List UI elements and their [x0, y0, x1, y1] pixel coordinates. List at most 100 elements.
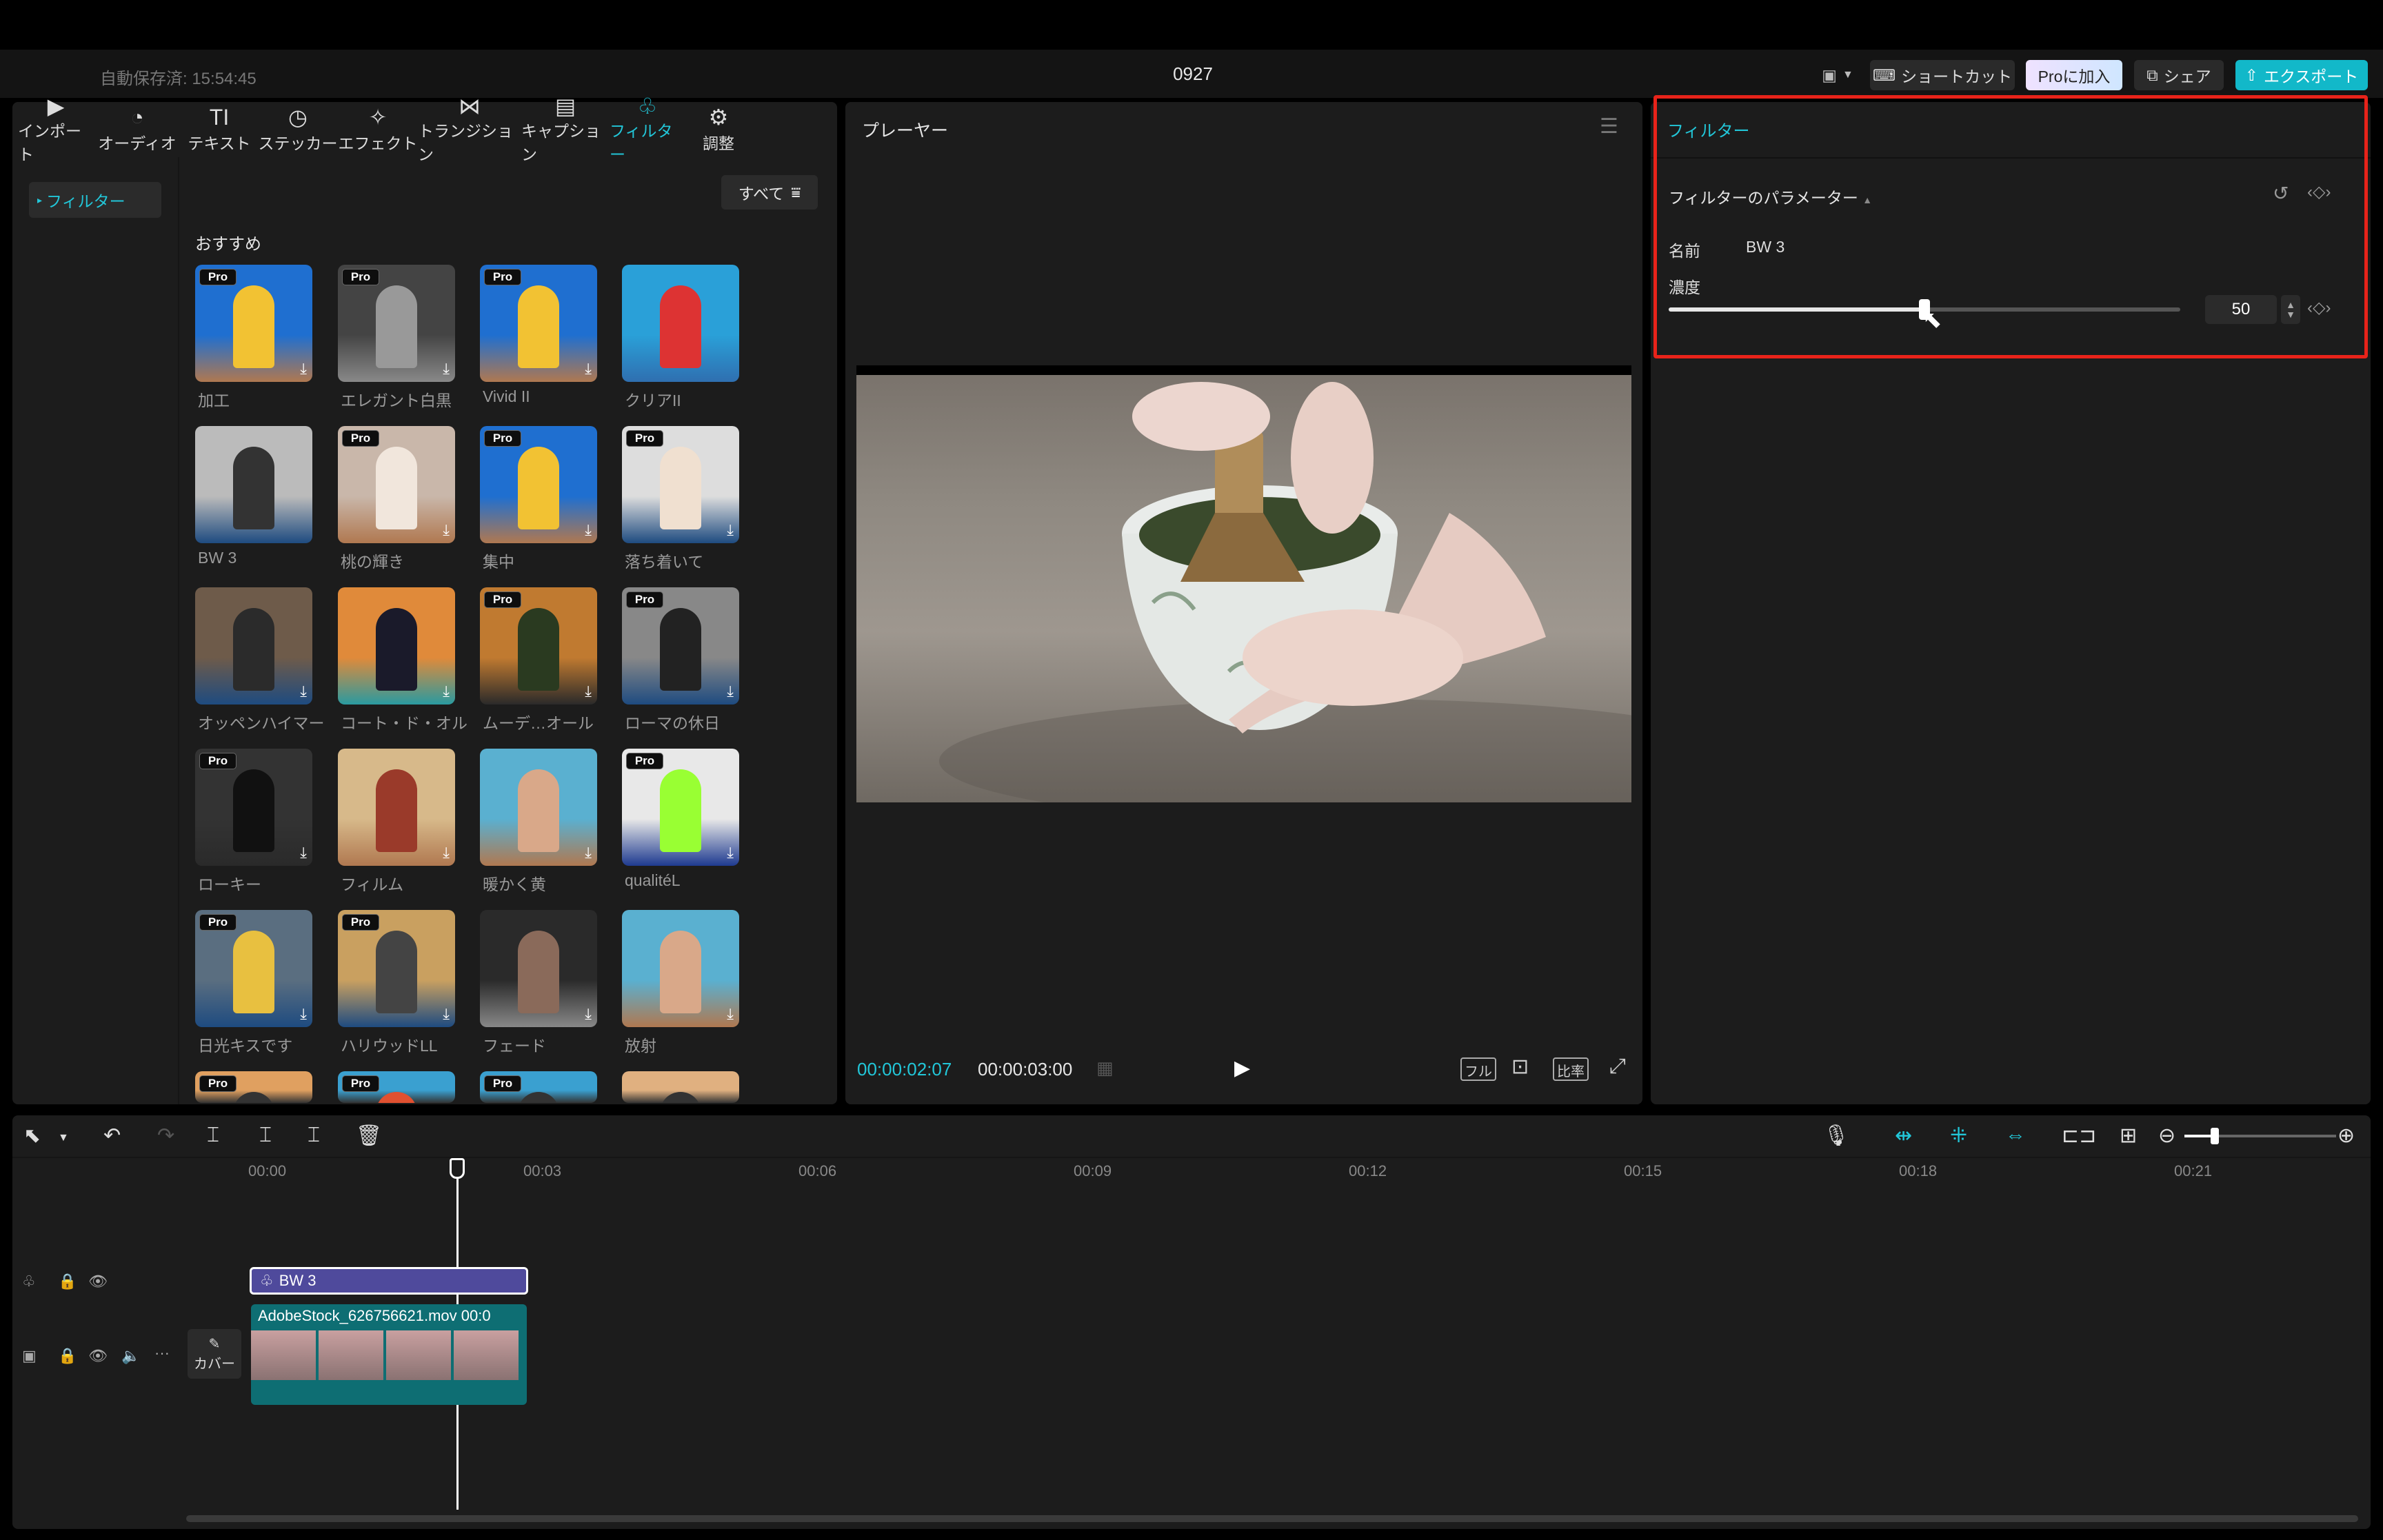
timeline-scrollbar[interactable] — [186, 1515, 2358, 1522]
filter-thumbnail[interactable]: ⤓ — [195, 587, 312, 705]
download-icon[interactable]: ⤓ — [727, 682, 734, 700]
filter-thumbnail[interactable]: Pro ⤓ — [622, 749, 739, 866]
filter-thumbnail[interactable]: Pro ⤓ — [338, 910, 455, 1027]
intensity-input[interactable]: 50 — [2205, 295, 2277, 324]
inspector-tab-filter[interactable]: フィルター — [1667, 117, 1750, 141]
play-button[interactable]: ▶ — [1234, 1056, 1250, 1080]
auto-snap-icon[interactable]: ⁜ — [1950, 1124, 1967, 1148]
filter-thumbnail[interactable]: Pro — [338, 1071, 455, 1103]
zoom-view-icon[interactable]: ⊡ — [1511, 1055, 1529, 1079]
magnet-main-icon[interactable]: ⇹ — [1895, 1124, 1912, 1148]
more-icon[interactable]: ··· — [154, 1344, 170, 1362]
filter-thumbnail[interactable]: Pro — [195, 1071, 312, 1103]
fullscreen-icon[interactable]: ⤢ — [1609, 1055, 1626, 1078]
download-icon[interactable]: ⤓ — [300, 682, 307, 700]
eye-icon[interactable]: 👁 — [88, 1273, 108, 1290]
pro-subscribe-button[interactable]: Proに加入 — [2026, 60, 2122, 90]
stepper-up-icon[interactable]: ▲ — [2286, 300, 2295, 310]
download-icon[interactable]: ⤓ — [443, 682, 450, 700]
filter-thumbnail[interactable] — [622, 265, 739, 382]
reset-icon[interactable]: ↺ — [2273, 182, 2289, 205]
filter-thumbnail[interactable]: Pro ⤓ — [480, 426, 597, 543]
chevron-down-icon[interactable]: ▼ — [58, 1132, 69, 1144]
download-icon[interactable]: ⤓ — [300, 844, 307, 862]
undo-icon[interactable]: ↶ — [103, 1124, 121, 1148]
time-ruler[interactable]: 00:00 00:03 00:06 00:09 00:12 00:15 00:18 00:21 — [248, 1162, 2371, 1183]
filter-thumbnail[interactable]: Pro ⤓ — [338, 265, 455, 382]
delete-icon[interactable]: 🗑 — [356, 1124, 382, 1148]
tab-transition[interactable]: ⋈ トランジション — [418, 94, 521, 163]
download-icon[interactable]: ⤓ — [727, 521, 734, 539]
link-icon[interactable]: ⇔ — [2005, 1124, 2026, 1147]
download-icon[interactable]: ⤓ — [585, 1005, 592, 1023]
export-button[interactable]: ⇧ エクスポート — [2235, 60, 2368, 90]
filter-thumbnail[interactable]: Pro ⤓ — [480, 587, 597, 705]
cover-button[interactable]: ✎ カバー — [188, 1329, 241, 1379]
thumbnail-toggle-icon[interactable]: ⊞ — [2120, 1124, 2137, 1148]
video-clip[interactable]: AdobeStock_626756621.mov 00:0 — [251, 1304, 527, 1405]
tab-sticker[interactable]: ◷ ステッカー — [258, 102, 338, 157]
volume-icon[interactable]: 🔈 — [121, 1347, 140, 1365]
filter-thumbnail[interactable]: Pro ⤓ — [480, 265, 597, 382]
filter-thumbnail[interactable] — [195, 426, 312, 543]
filter-clip[interactable]: ♧ BW 3 — [250, 1267, 528, 1295]
shortcut-button[interactable]: ⌨ ショートカット — [1870, 60, 2015, 90]
filter-thumbnail[interactable]: Pro ⤓ — [195, 910, 312, 1027]
download-icon[interactable]: ⤓ — [443, 844, 450, 862]
tab-text[interactable]: TI テキスト — [181, 102, 258, 157]
split-left-icon[interactable]: ⌶ — [259, 1124, 272, 1147]
download-icon[interactable]: ⤓ — [300, 360, 307, 378]
preview-axis-icon[interactable]: ⊏⊐ — [2062, 1124, 2096, 1148]
tab-effect[interactable]: ✧ エフェクト — [338, 102, 418, 157]
tab-import[interactable]: ▶ インポート — [18, 94, 94, 163]
stepper-down-icon[interactable]: ▼ — [2286, 310, 2295, 319]
share-button[interactable]: ⧉ シェア — [2134, 60, 2224, 90]
keyframe-nav-icon[interactable]: ‹◇› — [2307, 182, 2331, 202]
tab-caption[interactable]: ▤ キャプション — [521, 94, 610, 163]
menu-icon[interactable]: ☰ — [1600, 114, 1618, 139]
full-quality-button[interactable]: フル — [1460, 1057, 1496, 1081]
project-title[interactable]: 0927 — [1131, 63, 1255, 85]
filter-thumbnail[interactable]: ⤓ — [480, 749, 597, 866]
filter-thumbnail[interactable]: ⤓ — [338, 749, 455, 866]
intensity-stepper[interactable]: ▲ ▼ — [2281, 295, 2300, 324]
split-right-icon[interactable]: ⌶ — [308, 1124, 320, 1147]
video-preview[interactable] — [856, 365, 1631, 802]
playhead-handle[interactable] — [450, 1158, 465, 1179]
zoom-slider-thumb[interactable] — [2211, 1128, 2219, 1144]
filter-thumbnail[interactable]: Pro ⤓ — [338, 426, 455, 543]
redo-icon[interactable]: ↷ — [157, 1124, 174, 1148]
split-icon[interactable]: ⌶ — [207, 1124, 219, 1147]
zoom-out-icon[interactable]: ⊖ — [2158, 1124, 2175, 1148]
lock-icon[interactable]: 🔒 — [58, 1273, 77, 1290]
sidebar-item-filter[interactable]: ▸ フィルター — [29, 182, 161, 218]
download-icon[interactable]: ⤓ — [300, 1005, 307, 1023]
download-icon[interactable]: ⤓ — [727, 844, 734, 862]
filter-all-button[interactable]: すべて ⩸ — [721, 175, 818, 210]
section-header[interactable]: フィルターのパラメーター ▲ — [1669, 185, 1872, 208]
tab-audio[interactable]: ◔ オーディオ — [94, 102, 181, 157]
download-icon[interactable]: ⤓ — [443, 521, 450, 539]
filter-thumbnail[interactable]: ⤓ — [480, 910, 597, 1027]
download-icon[interactable]: ⤓ — [585, 360, 592, 378]
tab-adjust[interactable]: ⚙ 調整 — [685, 102, 752, 157]
filter-thumbnail[interactable]: Pro ⤓ — [622, 587, 739, 705]
tab-filter[interactable]: ♧ フィルター — [610, 94, 685, 163]
filter-thumbnail[interactable] — [622, 1071, 739, 1103]
lock-icon[interactable]: 🔒 — [58, 1347, 77, 1365]
filter-thumbnail[interactable]: Pro ⤓ — [195, 749, 312, 866]
download-icon[interactable]: ⤓ — [585, 844, 592, 862]
microphone-icon[interactable]: 🎙 — [1823, 1124, 1849, 1148]
keyframe-nav-icon[interactable]: ‹◇› — [2307, 298, 2331, 318]
download-icon[interactable]: ⤓ — [443, 360, 450, 378]
eye-icon[interactable]: 👁 — [88, 1347, 108, 1365]
layout-button[interactable]: ▣ ▼ — [1813, 60, 1862, 90]
download-icon[interactable]: ⤓ — [585, 521, 592, 539]
filter-thumbnail[interactable]: ⤓ — [338, 587, 455, 705]
zoom-in-icon[interactable]: ⊕ — [2337, 1124, 2355, 1148]
download-icon[interactable]: ⤓ — [585, 682, 592, 700]
download-icon[interactable]: ⤓ — [443, 1005, 450, 1023]
ratio-button[interactable]: 比率 — [1553, 1057, 1589, 1081]
filter-thumbnail[interactable]: Pro ⤓ — [195, 265, 312, 382]
download-icon[interactable]: ⤓ — [727, 1005, 734, 1023]
